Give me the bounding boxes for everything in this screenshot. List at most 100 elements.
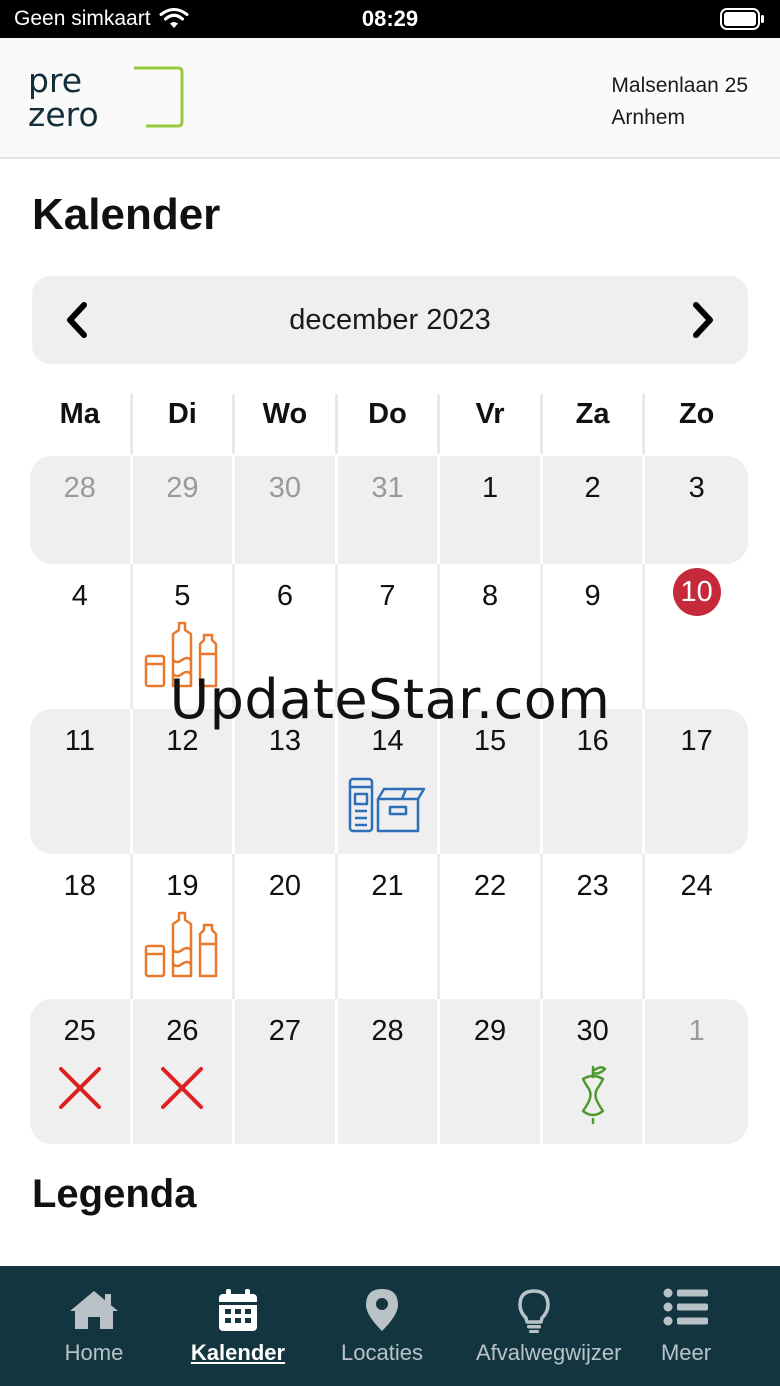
day-number: 14 <box>371 725 404 757</box>
calendar-day[interactable]: 25 <box>30 999 133 1144</box>
calendar-day[interactable]: 30 <box>543 999 646 1144</box>
bottom-tab-bar: Home Kalender Locaties Afvalwegwijzer Me… <box>0 1266 780 1386</box>
tab-locaties[interactable]: Locaties <box>288 1266 476 1386</box>
day-number: 29 <box>473 1015 507 1047</box>
calendar-day[interactable]: 7 <box>338 564 441 709</box>
clock: 08:29 <box>361 6 419 31</box>
calendar-day[interactable]: 17 <box>645 709 748 854</box>
app-header: pre zero Malsenlaan 25 Arnhem <box>0 38 780 159</box>
apple-core-icon <box>581 1065 606 1125</box>
calendar-day[interactable]: 24 <box>645 854 748 999</box>
tab-home[interactable]: Home <box>0 1266 188 1386</box>
calendar-day[interactable]: 26 <box>133 999 236 1144</box>
day-number: 13 <box>268 725 302 757</box>
plastic-bottles-icon <box>145 621 218 688</box>
cancelled-x-icon <box>161 1067 204 1109</box>
tab-kalender[interactable]: Kalender <box>188 1266 288 1386</box>
location-pin-icon <box>366 1289 398 1331</box>
page-title: Kalender <box>32 190 221 239</box>
calendar-day[interactable]: 28 <box>30 456 133 564</box>
calendar-week: 25 26 27 28 29 30 1 <box>30 999 748 1144</box>
weekday-label: Za <box>543 394 646 454</box>
calendar-day[interactable]: 3 <box>645 456 748 564</box>
calendar-day[interactable]: 23 <box>543 854 646 999</box>
calendar-day[interactable]: 30 <box>235 456 338 564</box>
day-number: 25 <box>63 1015 96 1047</box>
day-number: 6 <box>276 580 293 612</box>
calendar-day[interactable]: 2 <box>543 456 646 564</box>
calendar-day[interactable]: 6 <box>235 564 338 709</box>
calendar-day[interactable]: 18 <box>30 854 133 999</box>
day-number: 11 <box>64 725 95 757</box>
calendar-day[interactable]: 29 <box>133 456 236 564</box>
calendar-day[interactable]: 13 <box>235 709 338 854</box>
calendar-day[interactable]: 1 <box>440 456 543 564</box>
prezero-logo: pre zero <box>28 61 188 134</box>
battery-icon <box>720 8 766 35</box>
weekday-label: Wo <box>235 394 338 454</box>
day-number: 1 <box>688 1015 705 1047</box>
day-number: 26 <box>166 1015 199 1047</box>
calendar-day[interactable]: 14 <box>338 709 441 854</box>
calendar-day[interactable]: 21 <box>338 854 441 999</box>
plastic-bottles-icon <box>145 911 218 978</box>
weekday-header-row: Ma Di Wo Do Vr Za Zo <box>30 394 748 454</box>
day-number: 17 <box>680 725 713 757</box>
day-number: 19 <box>166 870 199 902</box>
weekday-label: Zo <box>678 398 715 430</box>
calendar-day[interactable]: 20 <box>235 854 338 999</box>
calendar-day[interactable]: 8 <box>440 564 543 709</box>
address-city: Arnhem <box>611 106 685 129</box>
logo-text-zero: zero <box>28 95 99 134</box>
tab-meer[interactable]: Meer <box>592 1266 780 1386</box>
calendar-day[interactable]: 28 <box>338 999 441 1144</box>
day-number: 3 <box>688 472 705 504</box>
day-number: 21 <box>371 870 404 902</box>
status-bar: Geen simkaart 08:29 <box>0 0 780 38</box>
address-street: Malsenlaan 25 <box>611 74 748 97</box>
day-number: 8 <box>481 580 499 612</box>
calendar-day-today[interactable]: 10 <box>645 564 748 709</box>
calendar-day[interactable]: 19 <box>133 854 236 999</box>
tab-label: Kalender <box>190 1340 286 1365</box>
tab-label: Afvalwegwijzer <box>476 1340 622 1365</box>
day-number: 1 <box>481 472 499 504</box>
tab-label: Home <box>64 1340 124 1365</box>
weekday-label: Do <box>338 394 441 454</box>
calendar-day[interactable]: 27 <box>235 999 338 1144</box>
month-navigator: december 2023 <box>32 276 748 364</box>
lightbulb-icon <box>518 1289 550 1333</box>
day-number: 5 <box>174 580 191 612</box>
chevron-right-icon <box>693 302 713 338</box>
today-day-number: 10 <box>672 568 721 616</box>
calendar-day[interactable]: 15 <box>440 709 543 854</box>
calendar-day[interactable]: 22 <box>440 854 543 999</box>
calendar-week: 4 5 6 7 8 9 10 <box>30 564 748 709</box>
calendar-day[interactable]: 16 <box>543 709 646 854</box>
calendar-day[interactable]: 4 <box>30 564 133 709</box>
calendar-day[interactable]: 9 <box>543 564 646 709</box>
calendar-day[interactable]: 12 <box>133 709 236 854</box>
day-number: 23 <box>576 870 609 902</box>
calendar-day[interactable]: 11 <box>30 709 133 854</box>
day-number: 28 <box>371 1015 404 1047</box>
home-icon <box>70 1291 118 1329</box>
list-icon <box>663 1288 708 1326</box>
day-number: 12 <box>166 725 199 757</box>
day-number: 16 <box>576 725 609 757</box>
calendar-day[interactable]: 29 <box>440 999 543 1144</box>
tab-afvalwegwijzer[interactable]: Afvalwegwijzer <box>476 1266 622 1386</box>
day-number: 7 <box>379 580 396 612</box>
calendar-week: 18 19 20 21 22 23 24 <box>30 854 748 999</box>
calendar-day[interactable]: 5 <box>133 564 236 709</box>
calendar-day[interactable]: 1 <box>645 999 748 1144</box>
calendar-day[interactable]: 31 <box>338 456 441 564</box>
day-number: 27 <box>268 1015 302 1047</box>
next-month-button[interactable] <box>682 298 726 342</box>
weekday-label: Vr <box>440 394 543 454</box>
day-number: 22 <box>473 870 507 902</box>
address[interactable]: Malsenlaan 25 Arnhem <box>611 70 748 134</box>
weekday-label: Di <box>133 394 236 454</box>
legend-title: Legenda <box>32 1172 197 1216</box>
month-label: december 2023 <box>289 304 491 336</box>
